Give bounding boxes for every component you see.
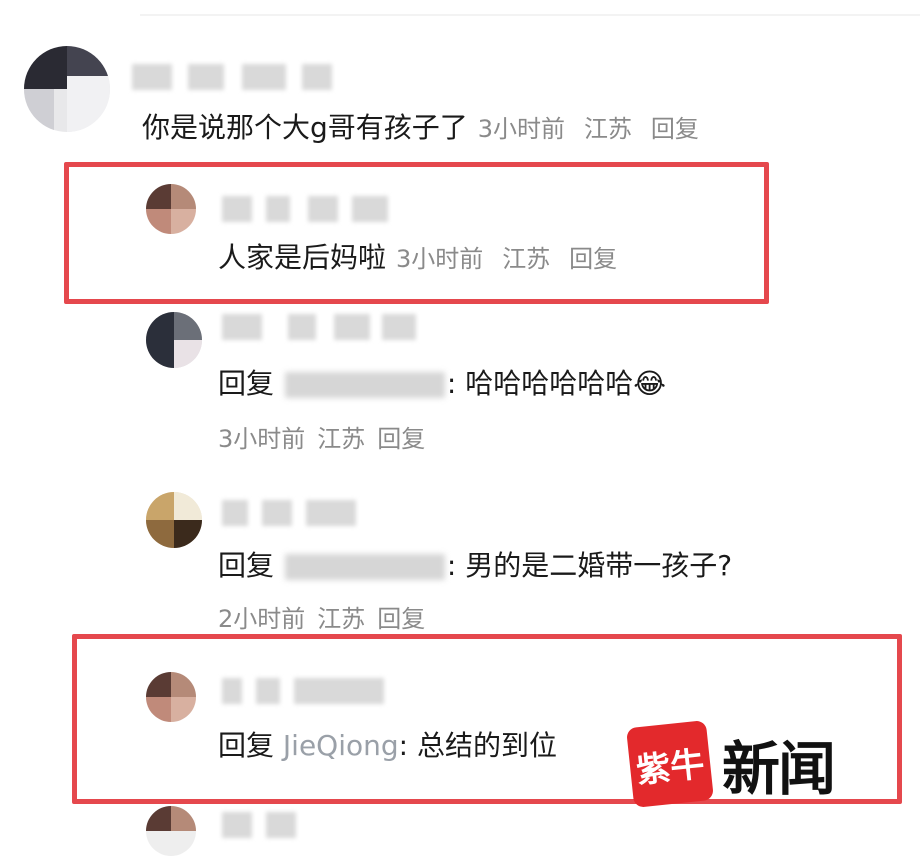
comment-4: 回复 : 男的是二婚带一孩子? <box>218 548 732 584</box>
comment-location: 江苏 <box>317 605 366 633</box>
comment-2: 人家是后妈啦 3小时前 江苏 回复 <box>218 240 617 277</box>
reply-prefix: 回复 <box>218 367 275 400</box>
comment-5: 回复 JieQiong: 总结的到位 <box>218 728 557 764</box>
comment-location: 江苏 <box>502 245 551 273</box>
reply-button[interactable]: 回复 <box>377 425 425 453</box>
comment-time: 2小时前 <box>218 605 306 633</box>
reply-target-blurred[interactable] <box>284 372 445 398</box>
comment-body: : 总结的到位 <box>398 729 557 762</box>
username-blurred[interactable] <box>222 500 362 526</box>
avatar[interactable] <box>24 46 110 132</box>
reply-target-user[interactable]: JieQiong <box>283 729 399 762</box>
avatar[interactable] <box>146 492 202 548</box>
comment-3: 回复 : 哈哈哈哈哈哈😂 <box>218 366 666 402</box>
top-divider <box>140 14 920 16</box>
comment-4-meta: 2小时前 江苏 回复 <box>218 604 437 634</box>
brand-logo: 紫牛 <box>626 720 714 808</box>
avatar[interactable] <box>146 184 196 234</box>
comment-body: 人家是后妈啦 <box>218 241 387 274</box>
username-blurred[interactable] <box>222 314 422 340</box>
comment-time: 3小时前 <box>477 115 566 143</box>
comment-time: 3小时前 <box>218 425 306 453</box>
reply-prefix: 回复 <box>218 729 275 762</box>
comment-location: 江苏 <box>317 425 366 453</box>
avatar[interactable] <box>146 312 202 368</box>
reply-button[interactable]: 回复 <box>569 245 617 273</box>
comment-3-meta: 3小时前 江苏 回复 <box>218 424 437 454</box>
username-blurred[interactable] <box>222 812 302 838</box>
laughing-emoji-icon: 😂 <box>633 367 666 400</box>
reply-prefix: 回复 <box>218 549 275 582</box>
username-blurred[interactable] <box>222 678 392 704</box>
comment-body: : 哈哈哈哈哈哈 <box>446 367 634 400</box>
username-blurred[interactable] <box>132 64 342 90</box>
avatar[interactable] <box>146 806 196 856</box>
comment-time: 3小时前 <box>396 245 484 273</box>
comment-body: 你是说那个大g哥有孩子了 <box>142 111 468 144</box>
comment-location: 江苏 <box>583 115 632 143</box>
brand-name: 新闻 <box>722 735 836 803</box>
watermark: 紫牛 新闻 <box>626 720 878 808</box>
reply-button[interactable]: 回复 <box>651 115 699 143</box>
username-blurred[interactable] <box>222 196 392 222</box>
reply-target-blurred[interactable] <box>284 554 445 580</box>
comment-body: : 男的是二婚带一孩子? <box>446 549 733 582</box>
comment-1: 你是说那个大g哥有孩子了 3小时前 江苏 回复 <box>142 110 699 147</box>
avatar[interactable] <box>146 672 196 722</box>
reply-button[interactable]: 回复 <box>377 605 425 633</box>
